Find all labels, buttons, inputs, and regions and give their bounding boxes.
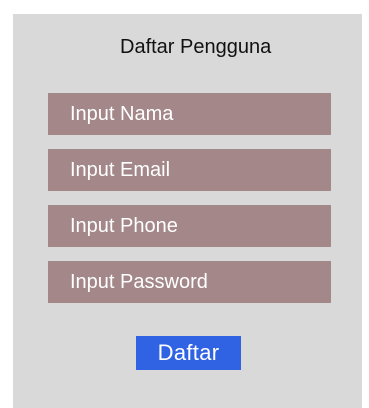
name-input[interactable] [48,93,331,135]
password-input[interactable] [48,261,331,303]
daftar-button[interactable]: Daftar [136,336,241,370]
phone-input[interactable] [48,205,331,247]
email-input[interactable] [48,149,331,191]
form-title: Daftar Pengguna [120,36,272,58]
